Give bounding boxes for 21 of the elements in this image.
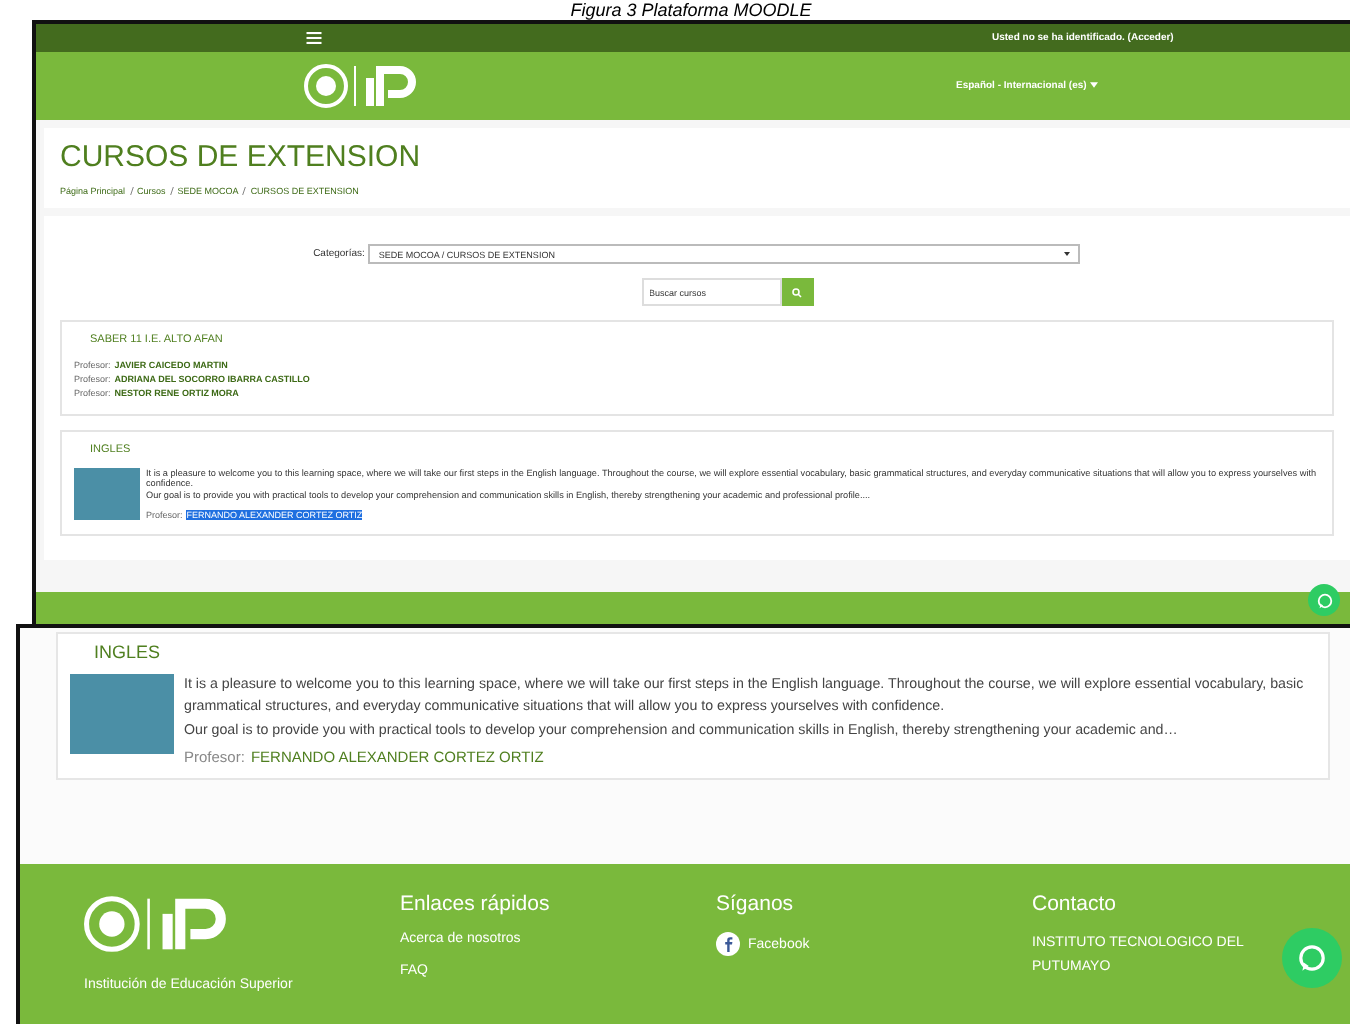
footer-heading: Enlaces rápidos bbox=[400, 892, 552, 917]
chat-button[interactable] bbox=[1282, 928, 1342, 988]
separator-icon bbox=[129, 186, 134, 196]
footer-heading: Contacto bbox=[1032, 892, 1119, 917]
chat-bubble-icon bbox=[1315, 591, 1333, 609]
figure-caption: Figura 3 Plataforma MOODLE bbox=[568, 0, 814, 20]
photo-placeholder bbox=[70, 674, 174, 754]
caret-icon bbox=[1064, 252, 1071, 256]
separator-icon bbox=[242, 186, 247, 196]
search-button[interactable] bbox=[781, 278, 813, 306]
facebook-icon[interactable] bbox=[716, 932, 740, 957]
footer-heading: Síganos bbox=[716, 892, 796, 917]
chat-bubble-icon bbox=[1296, 942, 1328, 974]
menu-icon[interactable] bbox=[306, 32, 322, 44]
chat-button[interactable] bbox=[1308, 584, 1340, 616]
page-title: CURSOS DE EXTENSION bbox=[60, 140, 423, 174]
separator-icon bbox=[169, 186, 174, 196]
photo-placeholder bbox=[74, 467, 140, 520]
caret-icon bbox=[1089, 82, 1098, 88]
search-icon bbox=[792, 287, 802, 297]
course-title-link[interactable]: INGLES bbox=[94, 642, 1316, 662]
